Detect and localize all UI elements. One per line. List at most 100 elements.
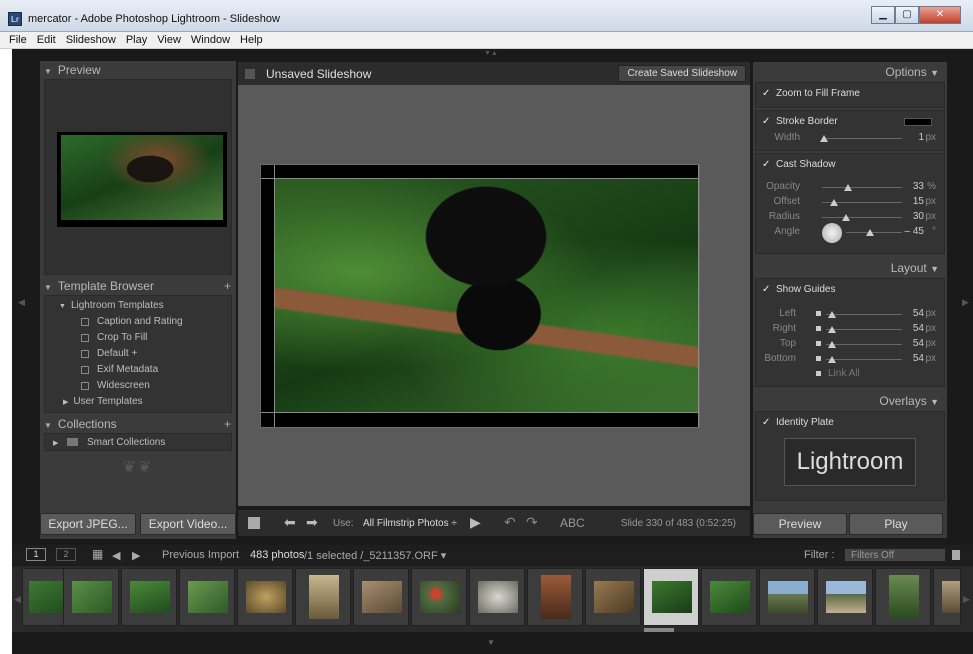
radius-slider[interactable]: Radius 30 px (762, 210, 938, 225)
forward-arrow-icon[interactable]: ▶ (132, 549, 140, 562)
filmstrip-thumbnail[interactable] (179, 568, 235, 626)
stroke-color-swatch[interactable] (904, 118, 932, 126)
stop-icon[interactable] (248, 517, 260, 529)
slider-track[interactable] (826, 311, 902, 318)
filmstrip-thumbnail[interactable] (817, 568, 873, 626)
slider-track[interactable] (820, 135, 902, 142)
filter-lock-icon[interactable] (952, 550, 960, 560)
identity-plate-preview[interactable]: Lightroom (784, 438, 916, 486)
left-panel-toggle-icon[interactable]: ◀ (18, 297, 25, 308)
minimize-button[interactable]: ▁ (871, 6, 895, 24)
filmstrip-left-arrow-icon[interactable]: ◀ (14, 594, 21, 605)
filmstrip-thumbnail-selected[interactable] (643, 568, 699, 626)
preview-panel-header[interactable]: ▼ Preview (40, 61, 236, 79)
link-all-checkbox[interactable]: Link All (762, 367, 938, 382)
filmstrip-thumbnail[interactable] (527, 568, 583, 626)
filmstrip-thumbnail[interactable] (121, 568, 177, 626)
layout-header[interactable]: Layout ▼ (753, 258, 947, 278)
create-saved-slideshow-button[interactable]: Create Saved Slideshow (618, 65, 746, 82)
template-item[interactable]: Caption and Rating (45, 314, 231, 330)
top-panel-toggle-icon[interactable]: ▼▲ (484, 50, 498, 57)
template-item[interactable]: Crop To Fill (45, 330, 231, 346)
menu-window[interactable]: Window (186, 32, 235, 48)
selection-info[interactable]: /1 selected /_5211357.ORF ▾ (304, 549, 446, 562)
slider-knob[interactable] (828, 341, 836, 348)
identity-plate-checkbox[interactable]: Identity Plate (762, 414, 938, 432)
angle-value[interactable]: – 45 (905, 226, 924, 237)
slider-knob[interactable] (828, 356, 836, 363)
export-jpeg-button[interactable]: Export JPEG... (40, 513, 136, 535)
play-icon[interactable]: ▶ (470, 514, 481, 531)
show-guides-checkbox[interactable]: Show Guides (762, 281, 938, 299)
template-item[interactable]: Default + (45, 346, 231, 362)
template-browser-header[interactable]: ▼ Template Browser + (40, 277, 236, 295)
slider-track[interactable] (822, 199, 902, 206)
template-folder-user[interactable]: ▶ User Templates (45, 394, 231, 410)
menu-help[interactable]: Help (235, 32, 268, 48)
slider-track[interactable] (826, 356, 902, 363)
cast-shadow-checkbox[interactable]: Cast Shadow (762, 156, 938, 174)
close-button[interactable]: ✕ (919, 6, 961, 24)
bottom-panel-toggle-icon[interactable]: ▼ (487, 638, 495, 647)
top-margin-slider[interactable]: Top 54 px (762, 337, 938, 352)
collections-header[interactable]: ▼ Collections + (40, 415, 236, 433)
right-value[interactable]: 54 (913, 323, 924, 334)
filmstrip-thumbnail[interactable] (759, 568, 815, 626)
offset-slider[interactable]: Offset 15 px (762, 195, 938, 210)
rotate-right-icon[interactable]: ↷ (526, 514, 538, 531)
menu-play[interactable]: Play (121, 32, 152, 48)
slider-track[interactable] (826, 341, 902, 348)
bottom-margin-slider[interactable]: Bottom 54 px (762, 352, 938, 367)
offset-value[interactable]: 15 (913, 196, 924, 207)
filmstrip-thumbnail[interactable] (585, 568, 641, 626)
add-collection-icon[interactable]: + (224, 415, 231, 433)
slider-knob[interactable] (820, 135, 828, 142)
add-template-icon[interactable]: + (224, 277, 231, 295)
left-value[interactable]: 54 (913, 308, 924, 319)
slider-knob[interactable] (844, 184, 853, 191)
stroke-border-checkbox[interactable]: Stroke Border (762, 113, 938, 131)
filmstrip-thumbnail[interactable] (411, 568, 467, 626)
smart-collections-item[interactable]: ▶ Smart Collections (45, 434, 231, 452)
export-video-button[interactable]: Export Video... (140, 513, 236, 535)
slider-knob[interactable] (828, 326, 836, 333)
filmstrip-thumbnail[interactable] (875, 568, 931, 626)
maximize-button[interactable]: ▢ (895, 6, 919, 24)
slider-knob[interactable] (828, 311, 836, 318)
angle-dial[interactable] (822, 223, 842, 243)
options-header[interactable]: Options ▼ (753, 62, 947, 82)
opacity-slider[interactable]: Opacity 33 % (762, 180, 938, 195)
bottom-value[interactable]: 54 (913, 353, 924, 364)
filmstrip-thumbnail[interactable] (701, 568, 757, 626)
filmstrip-thumbnail[interactable] (933, 568, 961, 626)
template-folder-lightroom[interactable]: ▼ Lightroom Templates (45, 298, 231, 314)
overlays-header[interactable]: Overlays ▼ (753, 391, 947, 411)
angle-control[interactable]: Angle – 45 ° (762, 223, 938, 249)
width-value[interactable]: 1 (918, 132, 924, 143)
filmstrip-source[interactable]: Previous Import (162, 549, 239, 561)
menu-file[interactable]: File (4, 32, 32, 48)
next-slide-icon[interactable]: ➡ (306, 514, 318, 531)
slider-track[interactable] (822, 214, 902, 221)
menu-view[interactable]: View (152, 32, 186, 48)
add-text-button[interactable]: ABC (560, 516, 585, 530)
zoom-to-fill-checkbox[interactable]: Zoom to Fill Frame (762, 85, 938, 103)
top-value[interactable]: 54 (913, 338, 924, 349)
slider-track[interactable] (846, 229, 902, 236)
left-margin-slider[interactable]: Left 54 px (762, 307, 938, 322)
primary-window-button[interactable]: 1 (26, 548, 46, 561)
slider-knob[interactable] (866, 229, 874, 236)
filmstrip-thumbnail[interactable] (237, 568, 293, 626)
grid-view-icon[interactable]: ▦ (92, 547, 103, 561)
previous-slide-icon[interactable]: ⬅ (284, 514, 296, 531)
slider-knob[interactable] (830, 199, 838, 206)
filmstrip-thumbnail[interactable] (353, 568, 409, 626)
menu-slideshow[interactable]: Slideshow (61, 32, 121, 48)
template-item[interactable]: Widescreen (45, 378, 231, 394)
filmstrip-right-arrow-icon[interactable]: ▶ (963, 594, 970, 605)
slider-knob[interactable] (842, 214, 850, 221)
secondary-window-button[interactable]: 2 (56, 548, 76, 561)
filter-select[interactable]: Filters Off (844, 548, 946, 562)
opacity-value[interactable]: 33 (913, 181, 924, 192)
filmstrip-thumbnail[interactable] (469, 568, 525, 626)
